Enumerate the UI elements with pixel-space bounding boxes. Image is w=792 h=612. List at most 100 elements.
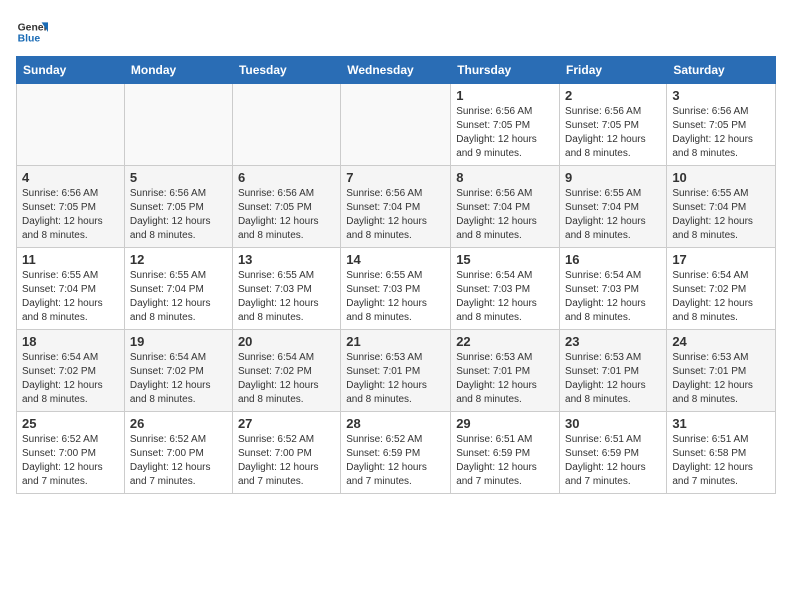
calendar-cell: 24 Sunrise: 6:53 AM Sunset: 7:01 PM Dayli… [667,330,776,412]
calendar-cell: 16Sunrise: 6:54 AM Sunset: 7:03 PM Dayli… [560,248,667,330]
day-number: 23 [565,334,661,349]
calendar-cell: 21 Sunrise: 6:53 AM Sunset: 7:01 PM Dayli… [341,330,451,412]
calendar-cell: 19 Sunrise: 6:54 AM Sunset: 7:02 PM Dayli… [124,330,232,412]
page-header: General Blue [16,16,776,48]
calendar-cell: 29Sunrise: 6:51 AM Sunset: 6:59 PM Dayli… [451,412,560,494]
day-number: 19 [130,334,227,349]
day-number: 7 [346,170,445,185]
day-info: Sunrise: 6:55 AM Sunset: 7:04 PM Dayligh… [22,269,119,325]
day-info: Sunrise: 6:56 AM Sunset: 7:05 PM Dayligh… [22,187,119,243]
calendar-cell: 7Sunrise: 6:56 AM Sunset: 7:04 PM Daylig… [341,166,451,248]
day-info: Sunrise: 6:56 AM Sunset: 7:05 PM Dayligh… [672,105,770,161]
column-header-friday: Friday [560,57,667,84]
column-header-sunday: Sunday [17,57,125,84]
calendar-week-row: 18 Sunrise: 6:54 AM Sunset: 7:02 PM Dayli… [17,330,776,412]
day-info: Sunrise: 6:54 AM Sunset: 7:02 PM Dayligh… [22,351,119,407]
calendar-cell: 22 Sunrise: 6:53 AM Sunset: 7:01 PM Dayli… [451,330,560,412]
day-number: 12 [130,252,227,267]
day-info: Sunrise: 6:54 AM Sunset: 7:02 PM Dayligh… [238,351,335,407]
calendar-cell: 13 Sunrise: 6:55 AM Sunset: 7:03 PM Dayli… [232,248,340,330]
day-info: Sunrise: 6:55 AM Sunset: 7:03 PM Dayligh… [346,269,445,325]
calendar-cell: 6 Sunrise: 6:56 AM Sunset: 7:05 PM Daylig… [232,166,340,248]
day-info: Sunrise: 6:51 AM Sunset: 6:59 PM Dayligh… [565,433,661,489]
calendar-cell: 1 Sunrise: 6:56 AM Sunset: 7:05 PM Daylig… [451,84,560,166]
day-number: 9 [565,170,661,185]
day-info: Sunrise: 6:55 AM Sunset: 7:04 PM Dayligh… [130,269,227,325]
svg-text:Blue: Blue [18,34,41,45]
day-info: Sunrise: 6:56 AM Sunset: 7:05 PM Dayligh… [456,105,554,161]
calendar-week-row: 4Sunrise: 6:56 AM Sunset: 7:05 PM Daylig… [17,166,776,248]
day-number: 18 [22,334,119,349]
day-info: Sunrise: 6:52 AM Sunset: 7:00 PM Dayligh… [130,433,227,489]
calendar-cell: 11 Sunrise: 6:55 AM Sunset: 7:04 PM Dayli… [17,248,125,330]
day-number: 13 [238,252,335,267]
calendar-cell: 12 Sunrise: 6:55 AM Sunset: 7:04 PM Dayli… [124,248,232,330]
day-info: Sunrise: 6:54 AM Sunset: 7:03 PM Dayligh… [456,269,554,325]
day-info: Sunrise: 6:55 AM Sunset: 7:04 PM Dayligh… [565,187,661,243]
day-number: 2 [565,88,661,103]
calendar-cell: 3 Sunrise: 6:56 AM Sunset: 7:05 PM Daylig… [667,84,776,166]
calendar-cell [341,84,451,166]
calendar-cell: 23Sunrise: 6:53 AM Sunset: 7:01 PM Dayli… [560,330,667,412]
day-number: 15 [456,252,554,267]
day-info: Sunrise: 6:52 AM Sunset: 6:59 PM Dayligh… [346,433,445,489]
calendar-cell: 2 Sunrise: 6:56 AM Sunset: 7:05 PM Daylig… [560,84,667,166]
day-number: 14 [346,252,445,267]
day-number: 26 [130,416,227,431]
day-number: 27 [238,416,335,431]
day-number: 10 [672,170,770,185]
day-info: Sunrise: 6:52 AM Sunset: 7:00 PM Dayligh… [238,433,335,489]
column-header-monday: Monday [124,57,232,84]
day-info: Sunrise: 6:53 AM Sunset: 7:01 PM Dayligh… [456,351,554,407]
day-number: 11 [22,252,119,267]
day-info: Sunrise: 6:54 AM Sunset: 7:02 PM Dayligh… [130,351,227,407]
day-info: Sunrise: 6:56 AM Sunset: 7:05 PM Dayligh… [238,187,335,243]
day-number: 20 [238,334,335,349]
day-number: 3 [672,88,770,103]
day-number: 16 [565,252,661,267]
calendar-cell: 17Sunrise: 6:54 AM Sunset: 7:02 PM Dayli… [667,248,776,330]
day-info: Sunrise: 6:56 AM Sunset: 7:04 PM Dayligh… [456,187,554,243]
calendar-cell: 14 Sunrise: 6:55 AM Sunset: 7:03 PM Dayli… [341,248,451,330]
calendar-cell: 20 Sunrise: 6:54 AM Sunset: 7:02 PM Dayli… [232,330,340,412]
day-number: 6 [238,170,335,185]
day-number: 8 [456,170,554,185]
calendar-cell: 8 Sunrise: 6:56 AM Sunset: 7:04 PM Daylig… [451,166,560,248]
calendar-cell: 9 Sunrise: 6:55 AM Sunset: 7:04 PM Daylig… [560,166,667,248]
day-number: 22 [456,334,554,349]
calendar-cell: 18 Sunrise: 6:54 AM Sunset: 7:02 PM Dayli… [17,330,125,412]
calendar-cell: 27 Sunrise: 6:52 AM Sunset: 7:00 PM Dayli… [232,412,340,494]
day-number: 25 [22,416,119,431]
day-number: 21 [346,334,445,349]
day-info: Sunrise: 6:56 AM Sunset: 7:05 PM Dayligh… [130,187,227,243]
day-number: 28 [346,416,445,431]
calendar-cell: 15 Sunrise: 6:54 AM Sunset: 7:03 PM Dayli… [451,248,560,330]
calendar-week-row: 11 Sunrise: 6:55 AM Sunset: 7:04 PM Dayli… [17,248,776,330]
day-number: 1 [456,88,554,103]
calendar-cell: 4Sunrise: 6:56 AM Sunset: 7:05 PM Daylig… [17,166,125,248]
calendar-header-row: SundayMondayTuesdayWednesdayThursdayFrid… [17,57,776,84]
logo-icon: General Blue [16,16,48,48]
calendar-cell: 28 Sunrise: 6:52 AM Sunset: 6:59 PM Dayli… [341,412,451,494]
day-info: Sunrise: 6:53 AM Sunset: 7:01 PM Dayligh… [672,351,770,407]
logo: General Blue [16,16,48,48]
day-info: Sunrise: 6:55 AM Sunset: 7:03 PM Dayligh… [238,269,335,325]
day-info: Sunrise: 6:52 AM Sunset: 7:00 PM Dayligh… [22,433,119,489]
calendar-table: SundayMondayTuesdayWednesdayThursdayFrid… [16,56,776,494]
day-number: 24 [672,334,770,349]
column-header-saturday: Saturday [667,57,776,84]
calendar-cell: 5Sunrise: 6:56 AM Sunset: 7:05 PM Daylig… [124,166,232,248]
day-info: Sunrise: 6:56 AM Sunset: 7:05 PM Dayligh… [565,105,661,161]
day-info: Sunrise: 6:53 AM Sunset: 7:01 PM Dayligh… [346,351,445,407]
day-number: 29 [456,416,554,431]
day-number: 17 [672,252,770,267]
column-header-tuesday: Tuesday [232,57,340,84]
column-header-wednesday: Wednesday [341,57,451,84]
calendar-cell: 10 Sunrise: 6:55 AM Sunset: 7:04 PM Dayli… [667,166,776,248]
calendar-week-row: 1 Sunrise: 6:56 AM Sunset: 7:05 PM Daylig… [17,84,776,166]
calendar-cell: 31Sunrise: 6:51 AM Sunset: 6:58 PM Dayli… [667,412,776,494]
calendar-cell: 25 Sunrise: 6:52 AM Sunset: 7:00 PM Dayli… [17,412,125,494]
column-header-thursday: Thursday [451,57,560,84]
day-info: Sunrise: 6:55 AM Sunset: 7:04 PM Dayligh… [672,187,770,243]
day-number: 31 [672,416,770,431]
